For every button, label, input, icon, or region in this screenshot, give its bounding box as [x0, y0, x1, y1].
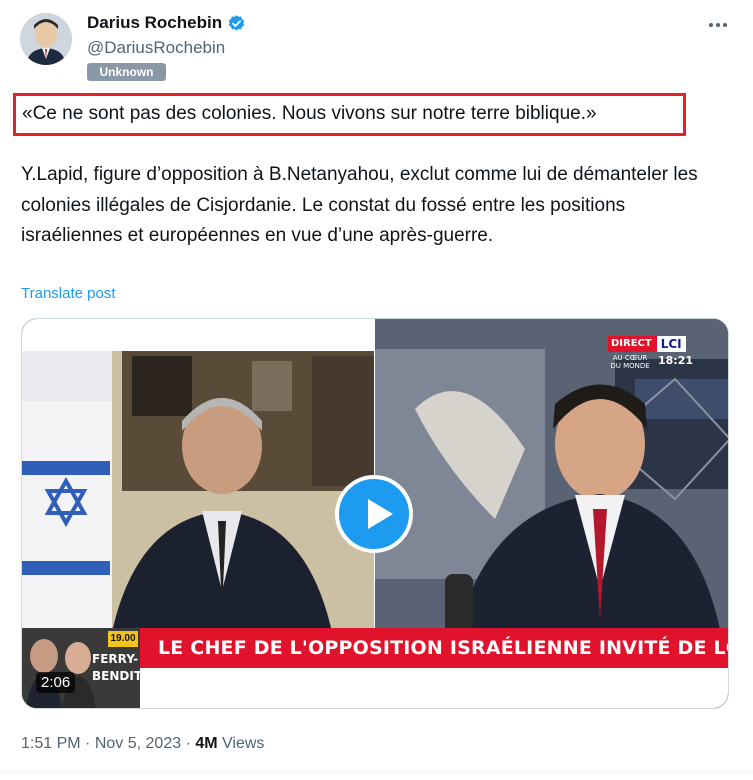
post-metadata: 1:51 PM · Nov 5, 2023 · 4M Views — [21, 735, 264, 753]
live-label: DIRECT — [608, 336, 655, 352]
dot-icon — [723, 23, 727, 27]
post-date[interactable]: Nov 5, 2023 — [95, 735, 181, 752]
author-display-name[interactable]: Darius Rochebin — [87, 13, 222, 33]
label-badge: Unknown — [87, 63, 166, 81]
upcoming-show-label: FERRY-BENDIT — [92, 652, 142, 683]
separator-dot: · — [85, 735, 91, 752]
views-label: Views — [222, 735, 265, 752]
quote-text: «Ce ne sont pas des colonies. Nous vivon… — [22, 103, 597, 124]
channel-name: LCI — [654, 336, 686, 352]
video-top-strip — [22, 319, 374, 351]
upcoming-show-time: 19.00 — [108, 631, 138, 647]
separator-dot: · — [185, 735, 191, 752]
dot-icon — [716, 23, 720, 27]
channel-logo: DIRECT LCI AU CŒUR DU MONDE 18:21 — [608, 336, 693, 370]
video-player[interactable]: DIRECT LCI AU CŒUR DU MONDE 18:21 LE CHE… — [21, 318, 729, 709]
divider-line — [0, 772, 753, 773]
more-options-button[interactable] — [703, 12, 733, 38]
broadcast-clock: 18:21 — [658, 354, 694, 367]
author-handle[interactable]: @DariusRochebin — [87, 38, 225, 58]
verified-badge-icon — [228, 14, 245, 31]
play-button[interactable] — [335, 475, 413, 553]
views-count: 4M — [195, 735, 218, 752]
post-time[interactable]: 1:51 PM — [21, 735, 81, 752]
news-ticker: LE CHEF DE L'OPPOSITION ISRAÉLIENNE INVI… — [140, 628, 728, 668]
author-name-row[interactable]: Darius Rochebin — [87, 13, 246, 33]
avatar[interactable] — [20, 13, 72, 65]
translate-post-link[interactable]: Translate post — [21, 285, 116, 302]
ticker-subbar — [140, 668, 728, 708]
video-duration: 2:06 — [36, 672, 76, 693]
dot-icon — [709, 23, 713, 27]
channel-tagline: AU CŒUR DU MONDE — [610, 354, 650, 370]
post-body-text: Y.Lapid, figure d’opposition à B.Netanya… — [21, 164, 698, 246]
